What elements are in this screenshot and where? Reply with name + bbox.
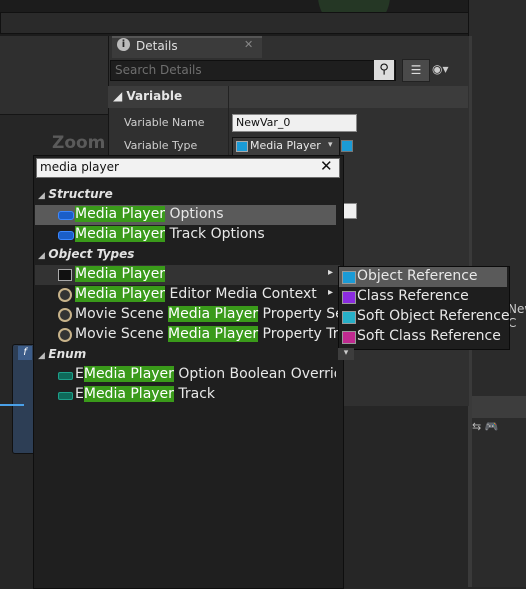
variable-section-title: ◢ Variable	[113, 89, 183, 103]
type-search-value: media player	[40, 160, 119, 174]
toolbar-strip	[0, 12, 470, 34]
submenu-item-label: Soft Object Reference	[357, 308, 510, 324]
collapse-arrow-icon: ◢	[38, 191, 45, 201]
list-item[interactable]: Media Player Track Options	[35, 225, 336, 245]
struct-icon	[58, 231, 74, 240]
variable-name-field[interactable]: NewVar_0	[232, 114, 357, 132]
chevron-down-icon: ▾	[328, 140, 333, 150]
tab-details[interactable]	[112, 36, 262, 58]
details-search-placeholder: Search Details	[115, 63, 202, 77]
item-label: Track	[173, 386, 216, 402]
right-panel-bar	[472, 396, 526, 418]
new-label-partial: New C	[508, 302, 526, 330]
list-item[interactable]: Movie Scene Media Player Property Tr	[35, 325, 340, 345]
match-highlight: Media Player	[168, 326, 259, 342]
match-highlight: Media Player	[168, 306, 259, 322]
item-prefix: E	[75, 386, 84, 402]
list-item[interactable]: EMedia Player Option Boolean Overrid	[35, 365, 336, 385]
variable-type-dropdown[interactable]: Media Player ▾	[232, 137, 340, 156]
submenu-item-label: Class Reference	[357, 288, 469, 304]
item-label: Property Tr	[258, 326, 339, 342]
item-label: Track Options	[165, 226, 265, 242]
container-type-icon[interactable]	[341, 140, 353, 152]
item-prefix: E	[75, 366, 84, 382]
object-icon	[58, 269, 72, 281]
item-label: Options	[165, 206, 224, 222]
match-highlight: Media Player	[75, 226, 166, 242]
close-icon[interactable]: ✕	[244, 38, 253, 51]
class-ring-icon	[58, 288, 72, 302]
item-label: Property Se	[258, 306, 340, 322]
collapse-arrow-icon: ◢	[38, 251, 45, 261]
struct-icon	[58, 211, 74, 220]
item-label: Option Boolean Overrid	[173, 366, 336, 382]
collapse-arrow-icon: ◢	[38, 351, 45, 361]
search-icon[interactable]: ⚲	[374, 60, 394, 80]
submenu-item-soft-object-reference[interactable]: Soft Object Reference	[339, 307, 510, 327]
category-structure[interactable]: ◢ Structure	[38, 187, 113, 201]
match-highlight: Media Player	[83, 366, 174, 382]
class-ring-icon	[58, 328, 72, 342]
category-enum[interactable]: ◢ Enum	[38, 347, 86, 361]
class-reference-icon	[342, 291, 356, 304]
list-item[interactable]: Media Player ▸	[35, 265, 340, 285]
item-label: Editor Media Context	[165, 286, 317, 302]
clear-search-icon[interactable]: ✕	[320, 157, 333, 175]
soft-class-reference-icon	[342, 331, 356, 344]
info-icon: i	[117, 38, 130, 51]
enum-icon	[58, 392, 73, 400]
class-ring-icon	[58, 308, 72, 322]
object-reference-icon	[342, 271, 356, 284]
function-icon: f	[18, 346, 32, 360]
graph-header-area	[0, 36, 108, 115]
gamepad-icon: ⇆ 🎮	[472, 420, 499, 433]
tab-title: Details	[136, 39, 178, 53]
category-object-types[interactable]: ◢ Object Types	[38, 247, 134, 261]
list-item[interactable]: Media Player Editor Media Context ▸	[35, 285, 340, 305]
exec-wire	[0, 404, 24, 406]
list-item[interactable]: Media Player Options	[35, 205, 336, 225]
submenu-item-class-reference[interactable]: Class Reference	[339, 287, 507, 307]
object-pin-icon	[236, 141, 248, 152]
variable-name-label: Variable Name	[124, 116, 205, 129]
category-label: Enum	[48, 347, 87, 361]
list-item[interactable]: Movie Scene Media Player Property Se	[35, 305, 340, 325]
enum-icon	[58, 372, 73, 380]
list-item[interactable]: EMedia Player Track	[35, 385, 336, 405]
match-highlight: Media Player	[75, 286, 166, 302]
match-highlight: Media Player	[83, 386, 174, 402]
match-highlight: Media Player	[75, 206, 166, 222]
category-label: Object Types	[48, 247, 135, 261]
item-prefix: Movie Scene	[75, 326, 169, 342]
submenu-arrow-icon: ▸	[328, 267, 334, 278]
submenu-item-label: Soft Class Reference	[357, 328, 501, 344]
submenu-arrow-icon: ▸	[328, 287, 334, 298]
submenu-item-soft-class-reference[interactable]: Soft Class Reference	[339, 327, 507, 347]
submenu-item-label: Object Reference	[357, 268, 478, 284]
category-label: Structure	[48, 187, 113, 201]
item-prefix: Movie Scene	[75, 306, 169, 322]
variable-type-label: Variable Type	[124, 139, 198, 152]
chevron-down-icon[interactable]: ▾	[338, 348, 354, 360]
submenu-item-object-reference[interactable]: Object Reference	[339, 267, 507, 287]
match-highlight: Media Player	[75, 266, 166, 282]
eye-icon[interactable]: ◉▾	[432, 62, 449, 76]
soft-object-reference-icon	[342, 311, 356, 324]
variable-type-value: Media Player	[250, 139, 321, 152]
view-options-button[interactable]: ☰	[402, 59, 430, 82]
